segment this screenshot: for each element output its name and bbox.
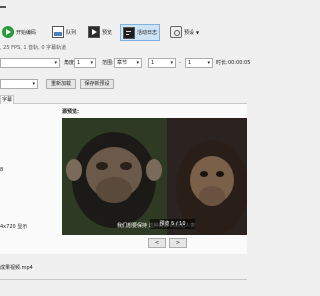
activity-log-label: 活动日志: [137, 30, 158, 36]
chimpanzee-image: [62, 118, 247, 235]
divider: [0, 279, 247, 280]
tab-subtitles-label: 字幕: [1, 97, 12, 103]
chevron-down-icon: ▾: [136, 60, 139, 66]
chevron-down-icon: ▾: [32, 81, 35, 87]
range-end-value: 1: [188, 60, 192, 66]
preview-overlay: 预览 5 / 10: [150, 219, 195, 229]
range-type-select[interactable]: 章节 ▾: [114, 58, 142, 68]
chevron-down-icon: ▾: [207, 60, 210, 66]
start-encode-label: 开始编码: [16, 29, 37, 36]
range-dash: -: [179, 60, 181, 66]
output-section: [0, 256, 247, 296]
preset-select[interactable]: ▾: [0, 79, 38, 89]
angle-select[interactable]: 1 ▾: [74, 58, 96, 68]
terminal-icon: [123, 26, 135, 39]
queue-label: 队列: [66, 29, 77, 36]
source-select[interactable]: ▾: [0, 58, 60, 68]
next-preview-button[interactable]: >: [169, 238, 187, 248]
source-info: , 25 FPS, 1 音轨, 0 字幕轨道: [0, 45, 67, 51]
play-icon: [2, 26, 14, 38]
preview-image: 我们想要保持 这种简单 的原始人类 预览 5 / 10: [62, 118, 247, 235]
range-start-value: 1: [151, 60, 155, 66]
left-partial-text-1: 8: [0, 167, 4, 173]
preview-label: 预览: [102, 29, 113, 36]
range-type-value: 章节: [117, 60, 128, 66]
queue-icon: [52, 26, 64, 38]
range-label: 范围:: [102, 60, 114, 66]
chevron-down-icon: ▾: [90, 60, 93, 66]
queue-button[interactable]: 队列: [50, 24, 78, 40]
window-glyph: [0, 6, 6, 8]
range-start-select[interactable]: 1 ▾: [148, 58, 176, 68]
previous-preview-button[interactable]: <: [148, 238, 166, 248]
preview-icon: [88, 26, 100, 38]
save-new-preset-button[interactable]: 保存新预设: [80, 79, 114, 89]
preview-button[interactable]: 预览: [86, 24, 114, 40]
preview-overlay-text: 预览 5 / 10: [159, 221, 186, 227]
preview-title: 源预览:: [62, 109, 79, 115]
duration-label: 时长:: [216, 60, 228, 66]
chevron-down-icon: ▾: [170, 60, 173, 66]
start-encode-button[interactable]: 开始编码: [0, 24, 38, 40]
presets-label: 预设: [184, 29, 195, 36]
range-end-select[interactable]: 1 ▾: [185, 58, 213, 68]
chevron-down-icon: ▾: [54, 60, 57, 66]
presets-button[interactable]: 预设 ▼: [168, 24, 201, 40]
duration-value: 00:00:05: [228, 60, 251, 66]
reload-preset-button[interactable]: 重新加载: [46, 79, 76, 89]
activity-log-button[interactable]: 活动日志: [120, 24, 161, 41]
angle-value: 1: [77, 60, 81, 66]
title-bar: [0, 0, 247, 20]
tab-subtitles[interactable]: 字幕: [0, 95, 14, 104]
output-filename[interactable]: 成果视频.mp4: [0, 264, 33, 272]
gear-icon: [170, 26, 182, 38]
chevron-down-icon: ▼: [196, 29, 200, 35]
left-partial-text-2: 4x720 显示: [0, 224, 28, 230]
